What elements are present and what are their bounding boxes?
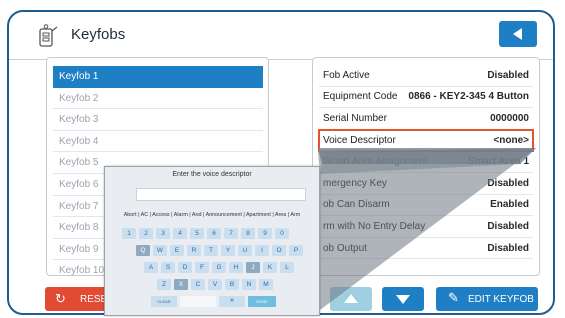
word-suggestions[interactable]: Abort | AC | Access | Alarm | And | Anno… xyxy=(105,212,319,218)
property-label: ob Output xyxy=(323,242,367,254)
keyfob-list-item[interactable]: Keyfob 3 xyxy=(53,109,263,131)
property-value: Disabled xyxy=(487,220,529,232)
key-x[interactable]: X xyxy=(174,279,188,290)
key-9[interactable]: 9 xyxy=(258,228,272,239)
move-up-button[interactable] xyxy=(330,287,372,311)
property-row[interactable]: Fob Active Disabled xyxy=(319,65,533,87)
move-down-button[interactable] xyxy=(382,287,424,311)
property-label: ob Can Disarm xyxy=(323,199,390,211)
property-row[interactable]: rm with No Entry Delay Disabled xyxy=(319,216,533,238)
property-row[interactable]: Smart Area Assignment Smart Area 1 xyxy=(319,151,533,173)
voice-descriptor-keyboard: Enter the voice descriptor Abort | AC | … xyxy=(104,166,320,316)
property-row[interactable]: mergency Key Disabled xyxy=(319,173,533,195)
property-value: Enabled xyxy=(490,199,529,211)
key-p[interactable]: P xyxy=(289,245,303,256)
property-value: 0000000 xyxy=(490,112,529,124)
property-value: <none> xyxy=(493,134,529,146)
key-f[interactable]: F xyxy=(195,262,209,273)
page-title: Keyfobs xyxy=(71,26,126,43)
header-bar: Keyfobs xyxy=(9,12,553,60)
keyfob-list-item[interactable]: Keyfob 1 xyxy=(53,66,263,88)
property-row[interactable]: Voice Descriptor <none> xyxy=(318,128,534,153)
keyfob-list-item[interactable]: Keyfob 4 xyxy=(53,131,263,153)
key-s[interactable]: S xyxy=(161,262,175,273)
property-label: rm with No Entry Delay xyxy=(323,220,426,232)
key-v[interactable]: V xyxy=(208,279,222,290)
number-row: 1234567890 xyxy=(122,228,289,239)
key-l[interactable]: L xyxy=(280,262,294,273)
key-t[interactable]: T xyxy=(204,245,218,256)
property-value: Disabled xyxy=(487,177,529,189)
property-row[interactable]: ob Output Disabled xyxy=(319,238,533,260)
key-e[interactable]: E xyxy=(170,245,184,256)
key-h[interactable]: H xyxy=(229,262,243,273)
key-d[interactable]: D xyxy=(178,262,192,273)
key-u[interactable]: U xyxy=(238,245,252,256)
key-5[interactable]: 5 xyxy=(190,228,204,239)
key-k[interactable]: K xyxy=(263,262,277,273)
property-value: 0866 - KEY2-345 4 Button xyxy=(408,91,529,103)
clear-key[interactable]: CLEAR xyxy=(151,296,177,307)
key-o[interactable]: O xyxy=(272,245,286,256)
asdf-row: ASDFGHJKL xyxy=(144,262,294,273)
property-label: Equipment Code xyxy=(323,91,398,103)
keyfob-list-item[interactable]: Keyfob 2 xyxy=(53,88,263,110)
key-i[interactable]: I xyxy=(255,245,269,256)
key-r[interactable]: R xyxy=(187,245,201,256)
refresh-icon: ↻ xyxy=(55,291,66,306)
key-b[interactable]: B xyxy=(225,279,239,290)
key-6[interactable]: 6 xyxy=(207,228,221,239)
key-j[interactable]: J xyxy=(246,262,260,273)
keyboard-title: Enter the voice descriptor xyxy=(172,171,252,178)
key-g[interactable]: G xyxy=(212,262,226,273)
key-w[interactable]: W xyxy=(153,245,167,256)
zxcv-row: ZXCVBNM xyxy=(157,279,273,290)
voice-descriptor-input[interactable] xyxy=(136,188,306,201)
key-2[interactable]: 2 xyxy=(139,228,153,239)
keyfob-icon xyxy=(39,24,58,47)
key-q[interactable]: Q xyxy=(136,245,150,256)
space-key[interactable] xyxy=(180,296,216,307)
property-label: Smart Area Assignment xyxy=(323,156,428,168)
keyfob-properties: Fob Active Disabled Equipment Code 0866 - K… xyxy=(312,57,540,276)
edit-keyfob-label: EDIT KEYFOB xyxy=(468,294,534,305)
done-key[interactable]: DONE xyxy=(248,296,276,307)
key-4[interactable]: 4 xyxy=(173,228,187,239)
property-label: mergency Key xyxy=(323,177,387,189)
key-1[interactable]: 1 xyxy=(122,228,136,239)
key-m[interactable]: M xyxy=(259,279,273,290)
key-3[interactable]: 3 xyxy=(156,228,170,239)
property-value: Disabled xyxy=(487,242,529,254)
property-row[interactable]: ob Can Disarm Enabled xyxy=(319,195,533,217)
key-y[interactable]: Y xyxy=(221,245,235,256)
property-label: Voice Descriptor xyxy=(323,134,396,146)
action-row: CLEAR ✕ DONE xyxy=(151,296,276,307)
property-row[interactable]: Equipment Code 0866 - KEY2-345 4 Button xyxy=(319,87,533,109)
back-button[interactable] xyxy=(499,21,537,47)
property-value: Smart Area 1 xyxy=(467,156,529,168)
property-label: Serial Number xyxy=(323,112,387,124)
key-n[interactable]: N xyxy=(242,279,256,290)
delete-key[interactable]: ✕ xyxy=(219,296,245,307)
qwerty-row: QWERTYUIOP xyxy=(136,245,303,256)
property-row[interactable]: Serial Number 0000000 xyxy=(319,108,533,130)
key-c[interactable]: C xyxy=(191,279,205,290)
key-8[interactable]: 8 xyxy=(241,228,255,239)
key-0[interactable]: 0 xyxy=(275,228,289,239)
key-a[interactable]: A xyxy=(144,262,158,273)
key-7[interactable]: 7 xyxy=(224,228,238,239)
edit-keyfob-button[interactable]: ✎ EDIT KEYFOB xyxy=(436,287,538,311)
property-value: Disabled xyxy=(487,69,529,81)
property-label: Fob Active xyxy=(323,69,370,81)
key-z[interactable]: Z xyxy=(157,279,171,290)
pencil-icon: ✎ xyxy=(448,290,459,305)
